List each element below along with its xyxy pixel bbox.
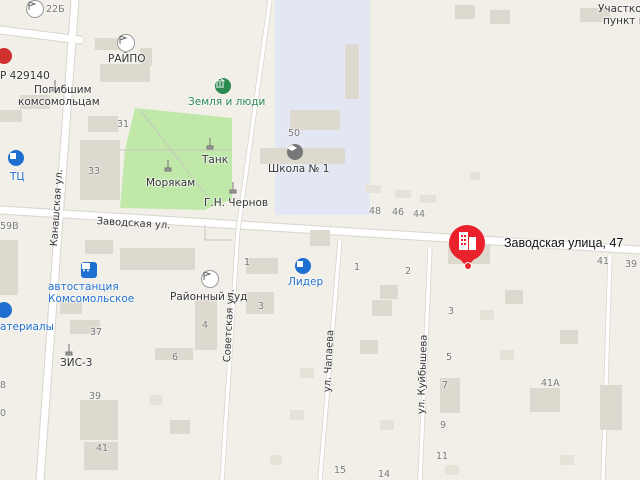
poi-pogibshim[interactable]: Погибшим [34,84,92,96]
house-number: 37 [90,327,103,338]
monument-icon[interactable] [228,182,240,194]
house-number: 46 [392,207,405,218]
poi-raipo[interactable]: РАЙПО [108,53,146,65]
poi-avtostanciya[interactable]: автостанция [48,281,119,293]
house-number: 15 [334,465,347,476]
house-number: 8 [0,380,7,391]
poi-zis3[interactable]: ЗИС-3 [60,357,92,369]
house-number: 50 [288,128,301,139]
house-number: 39 [625,259,638,270]
monument-icon[interactable] [64,344,76,356]
poi-komsomoltsam[interactable]: комсомольцам [18,96,100,108]
house-number: 31 [117,119,130,130]
flag-icon[interactable] [117,34,135,52]
address-label[interactable]: Заводская улица, 47 [504,236,623,250]
poi-punkt[interactable]: пункт пол [603,15,640,27]
poi-school[interactable]: Школа № 1 [268,163,329,175]
pin-point [464,262,472,270]
house-number: 5 [446,352,453,363]
map-canvas[interactable]: РАЙПО Земля и люди Погибшим комсомольцам… [0,0,640,480]
house-number: 3 [448,306,455,317]
poi-zemlya-i-lyudi[interactable]: Земля и люди [188,96,265,108]
poi-chernov[interactable]: Г.Н. Чернов [204,197,268,209]
school-icon[interactable] [287,144,303,160]
house-number: 1 [244,257,251,268]
bus-icon[interactable] [81,262,97,278]
house-number: 1 [354,262,361,273]
house-number: 14 [378,469,391,480]
house-number: 11 [436,451,449,462]
house-number: 33 [88,166,101,177]
house-number: 0 [0,408,7,419]
house-number: 4 [202,320,209,331]
house-number: 44 [413,209,426,220]
museum-icon[interactable] [215,78,231,94]
poi-komsomolskoe[interactable]: Комсомольское [48,293,134,305]
poi-moryakam[interactable]: Морякам [146,177,195,189]
house-number: 6 [172,352,179,363]
house-number: 22Б [46,4,65,15]
shopping-bag-icon[interactable] [295,258,311,274]
house-number: 2 [405,266,412,277]
flag-icon[interactable] [201,270,219,288]
poi-tc[interactable]: ТЦ [10,171,25,183]
monument-icon[interactable] [205,138,217,150]
house-number: 59В [0,221,19,232]
shopping-bag-icon[interactable] [8,150,24,166]
house-number: 3 [258,301,265,312]
poi-uchastok[interactable]: Участко [598,3,640,15]
house-number: 41 [597,256,610,267]
house-number: 7 [442,380,449,391]
house-number: 39 [89,391,102,402]
house-number: 9 [440,420,447,431]
poi-lider[interactable]: Лидер [288,276,323,288]
house-number: 48 [369,206,382,217]
poi-materialy[interactable]: атериалы [0,321,54,333]
house-number: 41А [541,378,560,389]
flag-icon[interactable] [26,0,44,18]
house-number: 41 [96,443,109,454]
poi-postcode[interactable]: Р 429140 [0,70,50,82]
monument-icon[interactable] [163,160,175,172]
poi-tank[interactable]: Танк [202,154,228,166]
